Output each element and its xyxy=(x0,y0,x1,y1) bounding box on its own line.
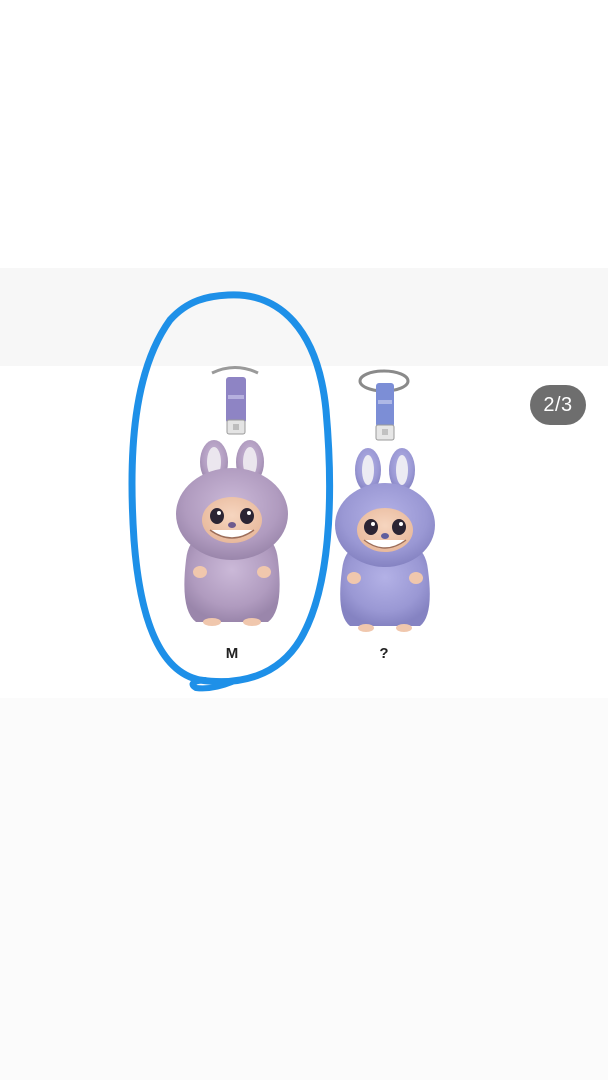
product-artwork xyxy=(128,291,435,692)
image-counter-badge: 2/3 xyxy=(530,385,586,425)
plush-keychain-q[interactable] xyxy=(335,369,435,632)
variant-label-unknown: ? xyxy=(379,645,389,662)
plush-keychain-m[interactable] xyxy=(176,366,288,627)
variant-label-m: M xyxy=(225,645,239,662)
